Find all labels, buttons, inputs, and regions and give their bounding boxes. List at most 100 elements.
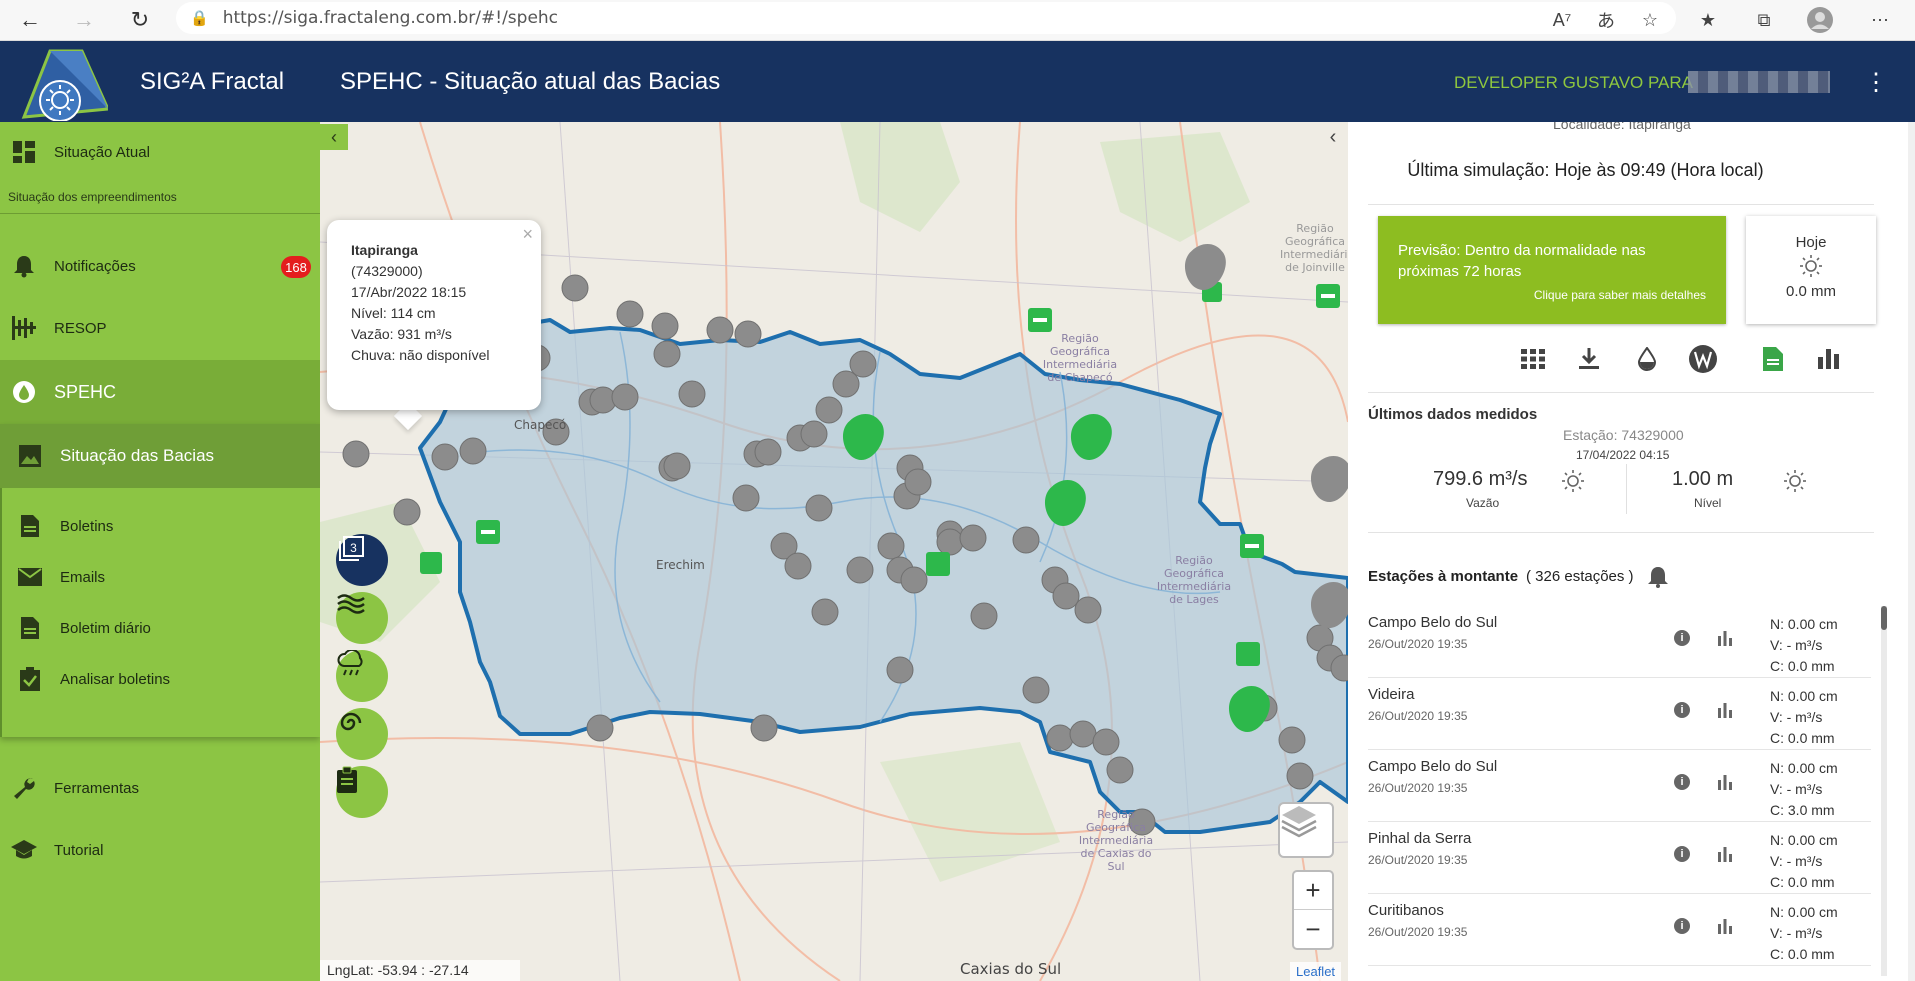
address-bar[interactable]: 🔒 https://siga.fractaleng.com.br/#!/speh…	[176, 2, 1676, 34]
flow-sun-icon	[1562, 470, 1584, 497]
reload-icon[interactable]: ↻	[124, 4, 156, 36]
popup-vazao: Vazão: 931 m³/s	[351, 326, 452, 342]
map-label-erechim: Erechim	[656, 558, 705, 572]
menu-kebab-icon[interactable]: ⋮	[1864, 64, 1888, 100]
sidebar-spehc-row: SPEHC	[0, 372, 320, 412]
layer-count-button[interactable]: 3	[336, 534, 388, 586]
map-label-chapeco: Chapecó	[514, 418, 567, 432]
station-nivel: N: 0.00 cm	[1770, 832, 1838, 848]
bell-icon[interactable]	[1648, 566, 1668, 593]
back-arrow-icon[interactable]: ←	[14, 4, 46, 36]
station-values: N: 0.00 cm V: - m³/s C: 0.0 mm	[1770, 830, 1838, 893]
sidebar-item-situacao-atual[interactable]: Situação Atual	[0, 132, 320, 172]
sidebar-item-resop[interactable]: RESOP	[0, 308, 320, 348]
submenu-label: Boletim diário	[60, 619, 151, 637]
submenu-item-boletins[interactable]: Boletins	[0, 506, 320, 546]
app-logo[interactable]	[20, 47, 111, 122]
today-rain-value: 0.0 mm	[1785, 283, 1836, 300]
layers-control-button[interactable]	[1278, 802, 1334, 858]
stacked-pages-icon: 3	[339, 536, 364, 561]
bar-chart-icon[interactable]	[1812, 342, 1846, 376]
station-vazao: V: - m³/s	[1770, 637, 1823, 653]
map-label-regiao-lages: Região Geográfica Intermediária de Lages	[1156, 554, 1232, 606]
zoom-control: + −	[1292, 870, 1334, 950]
submenu-label: Boletins	[60, 517, 114, 535]
submenu-item-emails[interactable]: Emails	[0, 557, 320, 597]
station-row[interactable]: Videira 26/Out/2020 19:35 i N: 0.00 cm V…	[1368, 678, 1871, 750]
collections-icon[interactable]: ⧉	[1750, 6, 1778, 34]
add-favorite-icon[interactable]: ☆	[1636, 6, 1664, 34]
info-icon[interactable]: i	[1674, 630, 1690, 646]
info-icon[interactable]: i	[1674, 774, 1690, 790]
sidebar-item-spehc[interactable]: SPEHC	[0, 360, 320, 424]
station-row[interactable]: Curitibanos 26/Out/2020 19:35 i N: 0.00 …	[1368, 894, 1871, 966]
station-nivel: N: 0.00 cm	[1770, 904, 1838, 920]
favorites-icon[interactable]: ★	[1694, 6, 1722, 34]
info-icon[interactable]: i	[1674, 846, 1690, 862]
info-icon[interactable]: i	[1674, 918, 1690, 934]
report-button[interactable]	[336, 766, 388, 818]
valley-icon[interactable]	[1686, 342, 1720, 376]
submenu-item-boletim-diario[interactable]: Boletim diário	[0, 608, 320, 648]
panel-scrollbar[interactable]	[1908, 122, 1915, 981]
forward-arrow-icon[interactable]: →	[68, 4, 100, 36]
level-value: 1.00 m	[1672, 468, 1734, 490]
water-level-icon[interactable]	[1630, 342, 1664, 376]
translate-icon[interactable]: あ	[1592, 6, 1620, 34]
sidebar-item-tutorial[interactable]: Tutorial	[0, 830, 320, 870]
read-aloud-icon[interactable]: A⁷	[1548, 6, 1576, 34]
waves-icon	[337, 594, 365, 614]
popup-chuva: Chuva: não disponível	[351, 347, 490, 363]
zoom-out-button[interactable]: −	[1294, 910, 1332, 948]
station-chuva: C: 0.0 mm	[1770, 730, 1835, 746]
submenu-item-analisar-boletins[interactable]: Analisar boletins	[0, 659, 320, 699]
sidebar-item-notificacoes[interactable]: Notificações	[0, 246, 320, 286]
collapse-panel-button[interactable]: ‹	[1322, 126, 1344, 148]
level-sun-icon	[1784, 470, 1806, 497]
upstream-stations-count: ( 326 estações )	[1526, 568, 1634, 585]
zoom-in-button[interactable]: +	[1294, 872, 1332, 910]
info-icon[interactable]: i	[1674, 702, 1690, 718]
hurricane-layer-button[interactable]	[336, 708, 388, 760]
station-nivel: N: 0.00 cm	[1770, 688, 1838, 704]
sidebar-subtitle: Situação dos empreendimentos	[8, 190, 177, 204]
user-label[interactable]: DEVELOPER GUSTAVO PARA	[1454, 73, 1693, 93]
sidebar-item-ferramentas[interactable]: Ferramentas	[0, 768, 320, 808]
report-document-icon[interactable]	[1756, 342, 1790, 376]
map-view[interactable]: Erechim Chapecó Caxias do Sul Região Geo…	[320, 122, 1348, 981]
download-icon[interactable]	[1572, 342, 1606, 376]
sidebar-label: SPEHC	[54, 381, 117, 402]
popup-close-button[interactable]: ×	[522, 224, 533, 245]
submenu-item-situacao-bacias[interactable]: Situação das Bacias	[0, 424, 320, 488]
station-row[interactable]: Pinhal da Serra 26/Out/2020 19:35 i N: 0…	[1368, 822, 1871, 894]
bar-chart-icon[interactable]	[1716, 628, 1734, 646]
bar-chart-icon[interactable]	[1716, 772, 1734, 790]
station-chuva: C: 0.0 mm	[1770, 946, 1835, 962]
station-row[interactable]: Campo Belo do Sul 26/Out/2020 19:35 i N:…	[1368, 606, 1871, 678]
station-name: Pinhal da Serra	[1368, 830, 1472, 847]
grid-icon[interactable]	[1516, 342, 1550, 376]
profile-icon[interactable]	[1806, 6, 1834, 34]
level-label: Nível	[1694, 496, 1722, 510]
map-label-regiao-caxias: Região Geográfica Intermediária de Caxia…	[1078, 808, 1154, 873]
flow-label: Vazão	[1466, 496, 1500, 510]
forecast-card[interactable]: Previsão: Dentro da normalidade nas próx…	[1378, 216, 1726, 324]
rain-layer-button[interactable]	[336, 650, 388, 702]
water-layer-button[interactable]	[336, 592, 388, 644]
divider	[1626, 464, 1627, 514]
today-label: Hoje	[1795, 234, 1827, 251]
list-scrollbar-thumb[interactable]	[1881, 606, 1887, 630]
bell-icon	[10, 252, 38, 280]
today-rain-card[interactable]: Hoje 0.0 mm	[1746, 216, 1876, 324]
divider	[0, 213, 320, 214]
leaflet-attribution-link[interactable]: Leaflet	[1290, 962, 1342, 981]
station-row[interactable]: Campo Belo do Sul 26/Out/2020 19:35 i N:…	[1368, 750, 1871, 822]
forecast-details-link[interactable]: Clique para saber mais detalhes	[1534, 288, 1706, 302]
bar-chart-icon[interactable]	[1716, 700, 1734, 718]
collapse-sidebar-button[interactable]: ‹	[320, 124, 348, 150]
bar-chart-icon[interactable]	[1716, 844, 1734, 862]
bar-chart-icon[interactable]	[1716, 916, 1734, 934]
list-scrollbar-track[interactable]	[1881, 606, 1887, 976]
submenu-label: Emails	[60, 568, 106, 586]
more-options-icon[interactable]: ⋯	[1866, 6, 1894, 34]
